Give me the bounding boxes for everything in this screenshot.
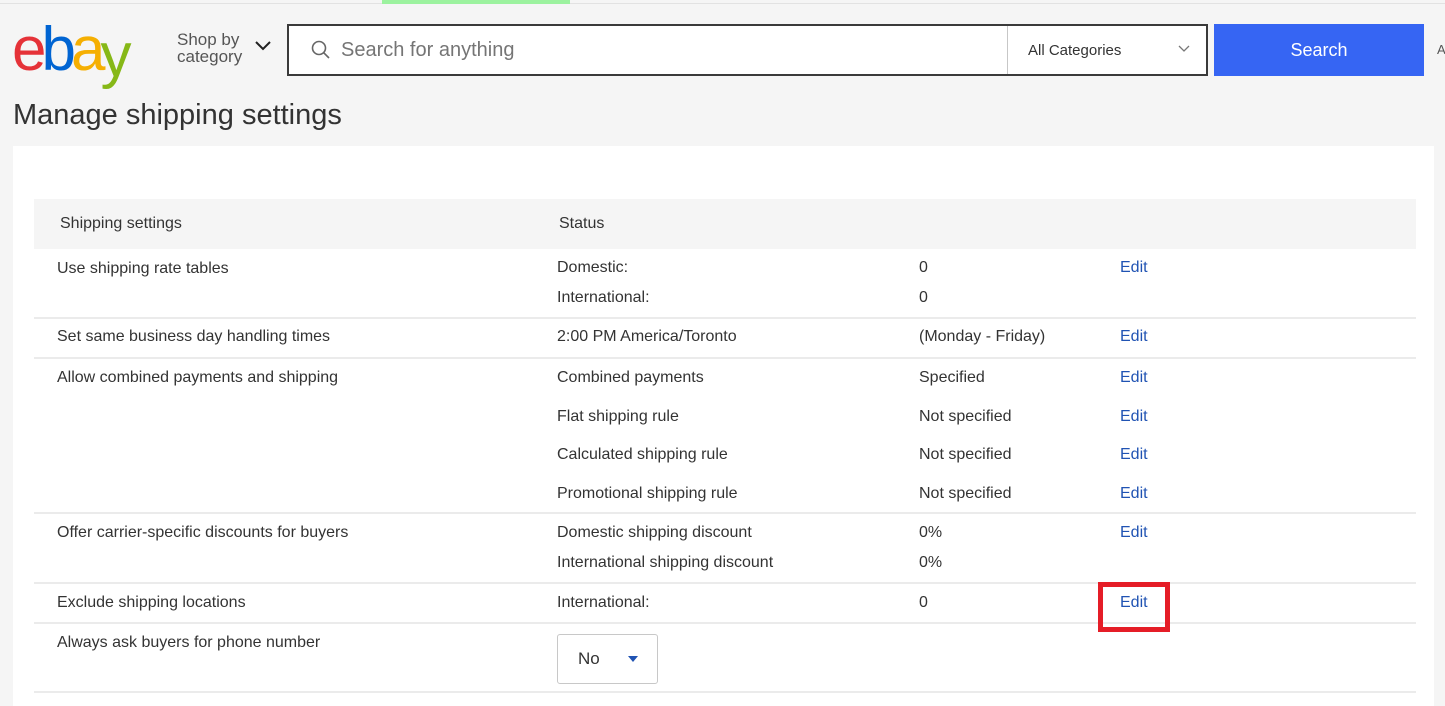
search-bar: All Categories xyxy=(287,24,1208,76)
logo-letter-a: a xyxy=(70,15,106,84)
table-row: Always ask buyers for phone number No xyxy=(34,624,1416,693)
table-header: Shipping settings Status xyxy=(34,199,1416,249)
edit-flat-rule-link[interactable]: Edit xyxy=(1120,408,1148,426)
edit-rate-tables-link[interactable]: Edit xyxy=(1120,259,1148,277)
status-label: Combined payments xyxy=(557,369,704,386)
status-label: Promotional shipping rule xyxy=(557,485,738,502)
table-row: Exclude shipping locations International… xyxy=(34,582,1416,632)
shipping-settings-table: Shipping settings Status Use shipping ra… xyxy=(34,199,1416,693)
search-button[interactable]: Search xyxy=(1214,24,1424,76)
status-line: International: 0 xyxy=(34,289,1416,309)
status-label: Calculated shipping rule xyxy=(557,446,728,463)
status-value: Not specified xyxy=(919,408,1012,425)
status-line: 2:00 PM America/Toronto (Monday - Friday… xyxy=(34,328,1416,348)
status-line: International shipping discount 0% xyxy=(34,554,1416,574)
logo-letter-b: b xyxy=(41,15,76,84)
status-label: Domestic shipping discount xyxy=(557,524,752,541)
status-line: Domestic shipping discount 0% Edit xyxy=(34,524,1416,544)
shop-by-line1: Shop by xyxy=(177,30,240,49)
status-line: Flat shipping rule Not specified Edit xyxy=(34,408,1416,428)
advanced-search-link[interactable]: A xyxy=(1437,42,1445,57)
edit-promotional-rule-link[interactable]: Edit xyxy=(1120,485,1148,503)
status-line: Combined payments Specified Edit xyxy=(34,369,1416,389)
chevron-down-icon xyxy=(1178,45,1190,52)
table-row: Allow combined payments and shipping Com… xyxy=(34,359,1416,514)
status-value: 0% xyxy=(919,524,943,541)
logo-letter-e: e xyxy=(12,15,47,84)
caret-down-icon xyxy=(628,656,638,662)
edit-calculated-rule-link[interactable]: Edit xyxy=(1120,446,1148,464)
top-border xyxy=(0,3,1445,4)
shop-by-line2: category xyxy=(177,47,243,66)
ebay-logo[interactable]: ebay xyxy=(12,15,160,87)
search-icon xyxy=(311,40,330,59)
status-label: 2:00 PM America/Toronto xyxy=(557,328,737,345)
status-line: Promotional shipping rule Not specified … xyxy=(34,485,1416,505)
setting-name: Always ask buyers for phone number xyxy=(57,634,321,651)
header-shipping-settings: Shipping settings xyxy=(60,215,182,232)
phone-number-select[interactable]: No xyxy=(557,634,658,684)
chevron-down-icon[interactable] xyxy=(254,40,272,52)
phone-number-select-value: No xyxy=(578,649,600,668)
table-row: Offer carrier-specific discounts for buy… xyxy=(34,514,1416,584)
status-value: (Monday - Friday) xyxy=(919,328,1046,345)
status-value: Specified xyxy=(919,369,985,386)
edit-discounts-link[interactable]: Edit xyxy=(1120,524,1148,542)
status-value: 0 xyxy=(919,594,928,611)
status-value: Not specified xyxy=(919,446,1012,463)
status-line: International: 0 Edit xyxy=(34,582,1416,632)
shop-by-category-button[interactable]: Shop by category xyxy=(177,31,242,65)
status-label: Domestic: xyxy=(557,259,629,276)
status-value: 0% xyxy=(919,554,943,571)
status-line: Calculated shipping rule Not specified E… xyxy=(34,446,1416,466)
status-label: International: xyxy=(557,289,650,306)
edit-handling-times-link[interactable]: Edit xyxy=(1120,328,1148,346)
table-row: Use shipping rate tables Domestic: 0 Edi… xyxy=(34,249,1416,319)
status-value: 0 xyxy=(919,259,928,276)
category-select[interactable]: All Categories xyxy=(1007,26,1207,74)
status-label: International shipping discount xyxy=(557,554,774,571)
status-label: Flat shipping rule xyxy=(557,408,679,425)
table-row: Set same business day handling times 2:0… xyxy=(34,319,1416,359)
page-title: Manage shipping settings xyxy=(13,99,342,131)
search-input[interactable] xyxy=(341,35,981,65)
status-line: Domestic: 0 Edit xyxy=(34,259,1416,279)
category-select-value: All Categories xyxy=(1028,42,1122,59)
status-value: Not specified xyxy=(919,485,1012,502)
logo-letter-y: y xyxy=(100,21,131,90)
status-value: 0 xyxy=(919,289,928,306)
page-load-progress xyxy=(382,0,570,4)
edit-combined-payments-link[interactable]: Edit xyxy=(1120,369,1148,387)
header-status: Status xyxy=(559,215,605,232)
status-label: International: xyxy=(557,594,650,611)
